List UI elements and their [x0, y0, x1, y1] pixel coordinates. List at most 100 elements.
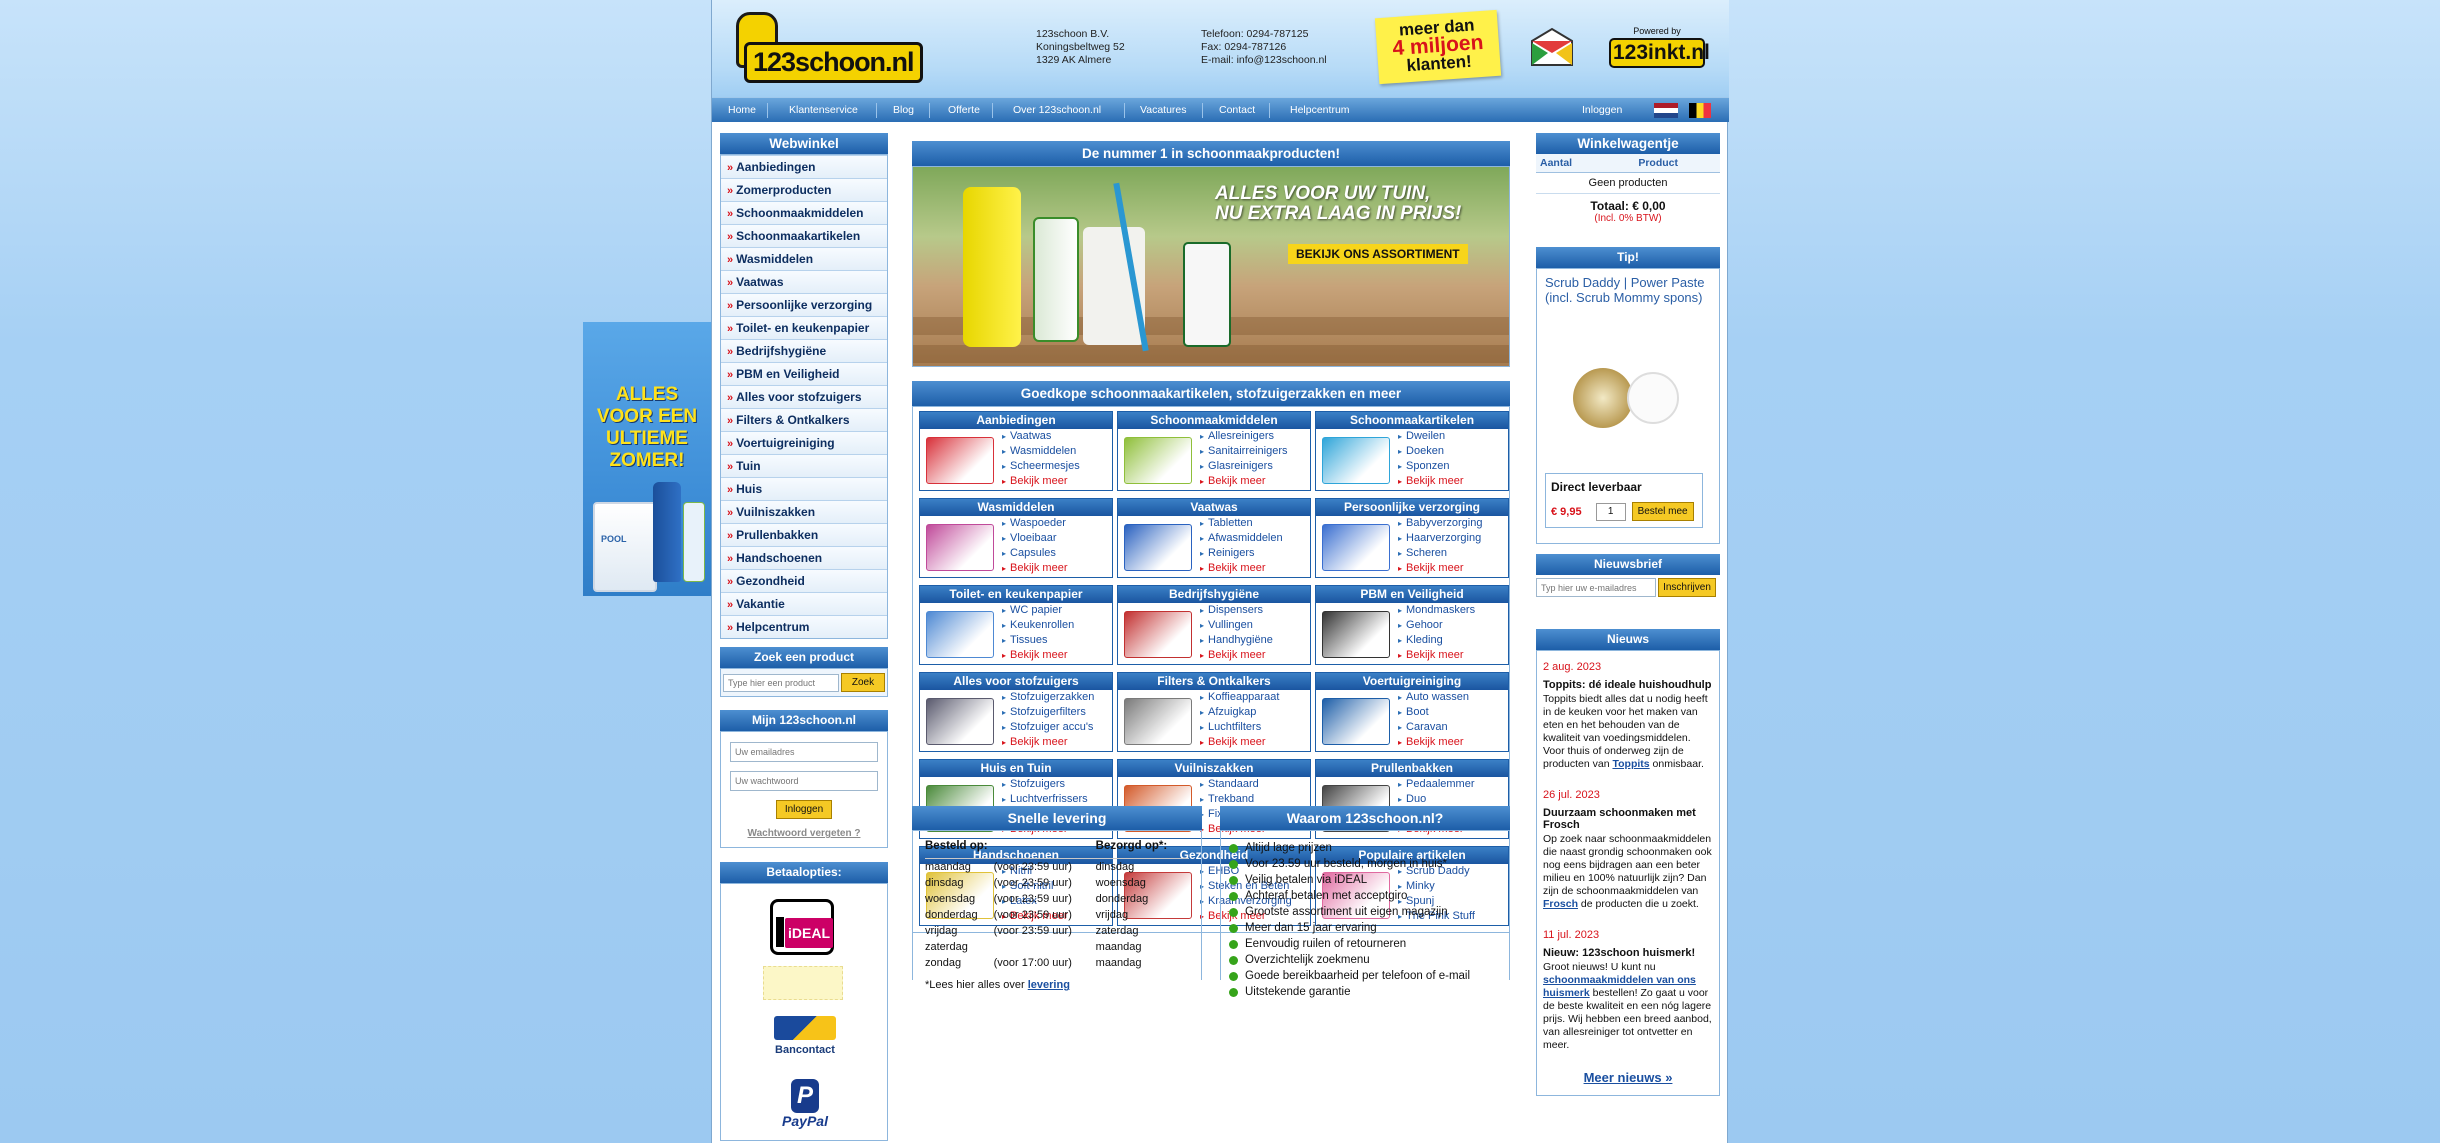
sidebar-category-item[interactable]: » Wasmiddelen — [721, 247, 887, 270]
category-tile-link[interactable]: WC papier — [1002, 603, 1074, 618]
category-tile-title[interactable]: Prullenbakken — [1316, 760, 1508, 777]
category-tile-link[interactable]: Pedaalemmer — [1398, 777, 1474, 792]
nav-over[interactable]: Over 123schoon.nl — [1013, 104, 1101, 116]
sidebar-category-item[interactable]: » Schoonmaakartikelen — [721, 224, 887, 247]
category-tile-more-link[interactable]: Bekijk meer — [1002, 561, 1067, 576]
category-tile-more-link[interactable]: Bekijk meer — [1398, 561, 1482, 576]
category-tile-link[interactable]: Reinigers — [1200, 546, 1283, 561]
category-tile-image[interactable] — [1124, 524, 1192, 571]
delivery-note-link[interactable]: levering — [1028, 979, 1070, 991]
news-body-link[interactable]: Toppits — [1612, 758, 1649, 770]
category-tile-title[interactable]: Vaatwas — [1118, 499, 1310, 516]
category-tile-title[interactable]: PBM en Veiligheid — [1316, 586, 1508, 603]
netherlands-flag-icon[interactable] — [1654, 103, 1678, 118]
category-tile-title[interactable]: Schoonmaakartikelen — [1316, 412, 1508, 429]
sidebar-category-item[interactable]: » Vaatwas — [721, 270, 887, 293]
nav-home[interactable]: Home — [728, 104, 756, 116]
category-tile-title[interactable]: Huis en Tuin — [920, 760, 1112, 777]
category-tile-link[interactable]: Sanitairreinigers — [1200, 444, 1287, 459]
category-tile-title[interactable]: Wasmiddelen — [920, 499, 1112, 516]
category-tile-link[interactable]: Afzuigkap — [1200, 705, 1279, 720]
category-tile-link[interactable]: Koffieapparaat — [1200, 690, 1279, 705]
category-tile-link[interactable]: Wasmiddelen — [1002, 444, 1080, 459]
category-tile-more-link[interactable]: Bekijk meer — [1200, 474, 1288, 489]
category-tile-link[interactable]: Kleding — [1398, 633, 1475, 648]
category-tile-image[interactable] — [1322, 524, 1390, 571]
category-tile-link[interactable]: Handhygiëne — [1200, 633, 1273, 648]
category-tile-link[interactable]: Haarverzorging — [1398, 531, 1482, 546]
email-input[interactable] — [730, 742, 878, 762]
category-tile-link[interactable]: Stofzuigerfilters — [1002, 705, 1094, 720]
more-news-link[interactable]: Meer nieuws » — [1543, 1070, 1713, 1085]
category-tile-more-link[interactable]: Bekijk meer — [1002, 648, 1074, 663]
category-tile-link[interactable]: Vloeibaar — [1002, 531, 1067, 546]
category-tile-image[interactable] — [926, 524, 994, 571]
category-tile-link[interactable]: Keukenrollen — [1002, 618, 1074, 633]
sidebar-category-item[interactable]: » Vakantie — [721, 592, 887, 615]
sidebar-category-item[interactable]: » Toilet- en keukenpapier — [721, 316, 887, 339]
category-tile-link[interactable]: Gehoor — [1398, 618, 1475, 633]
category-tile-link[interactable]: Babyverzorging — [1398, 516, 1482, 531]
nav-offerte[interactable]: Offerte — [948, 104, 980, 116]
category-tile-image[interactable] — [926, 698, 994, 745]
sidebar-category-item[interactable]: » Aanbiedingen — [721, 155, 887, 178]
sidebar-category-item[interactable]: » Tuin — [721, 454, 887, 477]
tip-product-title[interactable]: Scrub Daddy | Power Paste (incl. Scrub M… — [1545, 275, 1711, 305]
category-tile-link[interactable]: Stofzuigerzakken — [1002, 690, 1094, 705]
nav-vacatures[interactable]: Vacatures — [1140, 104, 1187, 116]
powered-by[interactable]: Powered by 123inkt.nl — [1609, 26, 1710, 68]
sidebar-category-item[interactable]: » Huis — [721, 477, 887, 500]
category-tile-link[interactable]: Stofzuigers — [1002, 777, 1088, 792]
category-tile-link[interactable]: Dweilen — [1398, 429, 1463, 444]
category-tile-more-link[interactable]: Bekijk meer — [1398, 735, 1469, 750]
category-tile-link[interactable]: Auto wassen — [1398, 690, 1469, 705]
category-tile-title[interactable]: Filters & Ontkalkers — [1118, 673, 1310, 690]
category-tile-link[interactable]: Sponzen — [1398, 459, 1463, 474]
category-tile-link[interactable]: Tabletten — [1200, 516, 1283, 531]
category-tile-more-link[interactable]: Bekijk meer — [1200, 735, 1279, 750]
category-tile-link[interactable]: Boot — [1398, 705, 1469, 720]
search-input[interactable] — [723, 673, 839, 692]
sidebar-category-item[interactable]: » Handschoenen — [721, 546, 887, 569]
category-tile-link[interactable]: Luchtverfrissers — [1002, 792, 1088, 807]
category-tile-link[interactable]: Duo — [1398, 792, 1475, 807]
banner-cta-button[interactable]: BEKIJK ONS ASSORTIMENT — [1288, 244, 1468, 264]
category-tile-image[interactable] — [926, 611, 994, 658]
category-tile-link[interactable]: Vaatwas — [1002, 429, 1080, 444]
category-tile-more-link[interactable]: Bekijk meer — [1200, 561, 1283, 576]
category-tile-link[interactable]: Allesreinigers — [1200, 429, 1288, 444]
nav-klantenservice[interactable]: Klantenservice — [789, 104, 858, 116]
belgium-flag-icon[interactable] — [1689, 103, 1711, 118]
category-tile-link[interactable]: Vullingen — [1200, 618, 1273, 633]
category-tile-link[interactable]: Trekband — [1200, 792, 1265, 807]
category-tile-title[interactable]: Bedrijfshygiëne — [1118, 586, 1310, 603]
category-tile-image[interactable] — [1124, 611, 1192, 658]
category-tile-more-link[interactable]: Bekijk meer — [1398, 648, 1475, 663]
sidebar-category-item[interactable]: » Prullenbakken — [721, 523, 887, 546]
nav-helpcentrum[interactable]: Helpcentrum — [1290, 104, 1350, 116]
category-tile-link[interactable]: Stofzuiger accu's — [1002, 720, 1094, 735]
forgot-password-link[interactable]: Wachtwoord vergeten ? — [729, 828, 879, 839]
nav-blog[interactable]: Blog — [893, 104, 914, 116]
category-tile-title[interactable]: Schoonmaakmiddelen — [1118, 412, 1310, 429]
contact-email[interactable]: E-mail: info@123schoon.nl — [1201, 54, 1327, 67]
tip-product-image[interactable] — [1573, 364, 1679, 436]
newsletter-subscribe-button[interactable]: Inschrijven — [1658, 578, 1716, 597]
side-advertisement[interactable]: ALLES VOOR EEN ULTIEME ZOMER! POOL — [583, 322, 711, 596]
category-tile-image[interactable] — [926, 437, 994, 484]
category-tile-link[interactable]: Scheermesjes — [1002, 459, 1080, 474]
category-tile-more-link[interactable]: Bekijk meer — [1002, 735, 1094, 750]
category-tile-title[interactable]: Persoonlijke verzorging — [1316, 499, 1508, 516]
login-button[interactable]: Inloggen — [776, 800, 832, 819]
site-logo[interactable]: 123schoon.nl — [736, 12, 923, 84]
sidebar-category-item[interactable]: » Helpcentrum — [721, 615, 887, 638]
category-tile-image[interactable] — [1322, 611, 1390, 658]
sidebar-category-item[interactable]: » Gezondheid — [721, 569, 887, 592]
news-title[interactable]: Toppits: dé ideale huishoudhulp — [1543, 679, 1713, 691]
news-title[interactable]: Duurzaam schoonmaken met Frosch — [1543, 807, 1713, 831]
search-button[interactable]: Zoek — [841, 673, 885, 692]
category-tile-title[interactable]: Vuilniszakken — [1118, 760, 1310, 777]
sidebar-category-item[interactable]: » Filters & Ontkalkers — [721, 408, 887, 431]
category-tile-link[interactable]: Doeken — [1398, 444, 1463, 459]
sidebar-category-item[interactable]: » Schoonmaakmiddelen — [721, 201, 887, 224]
